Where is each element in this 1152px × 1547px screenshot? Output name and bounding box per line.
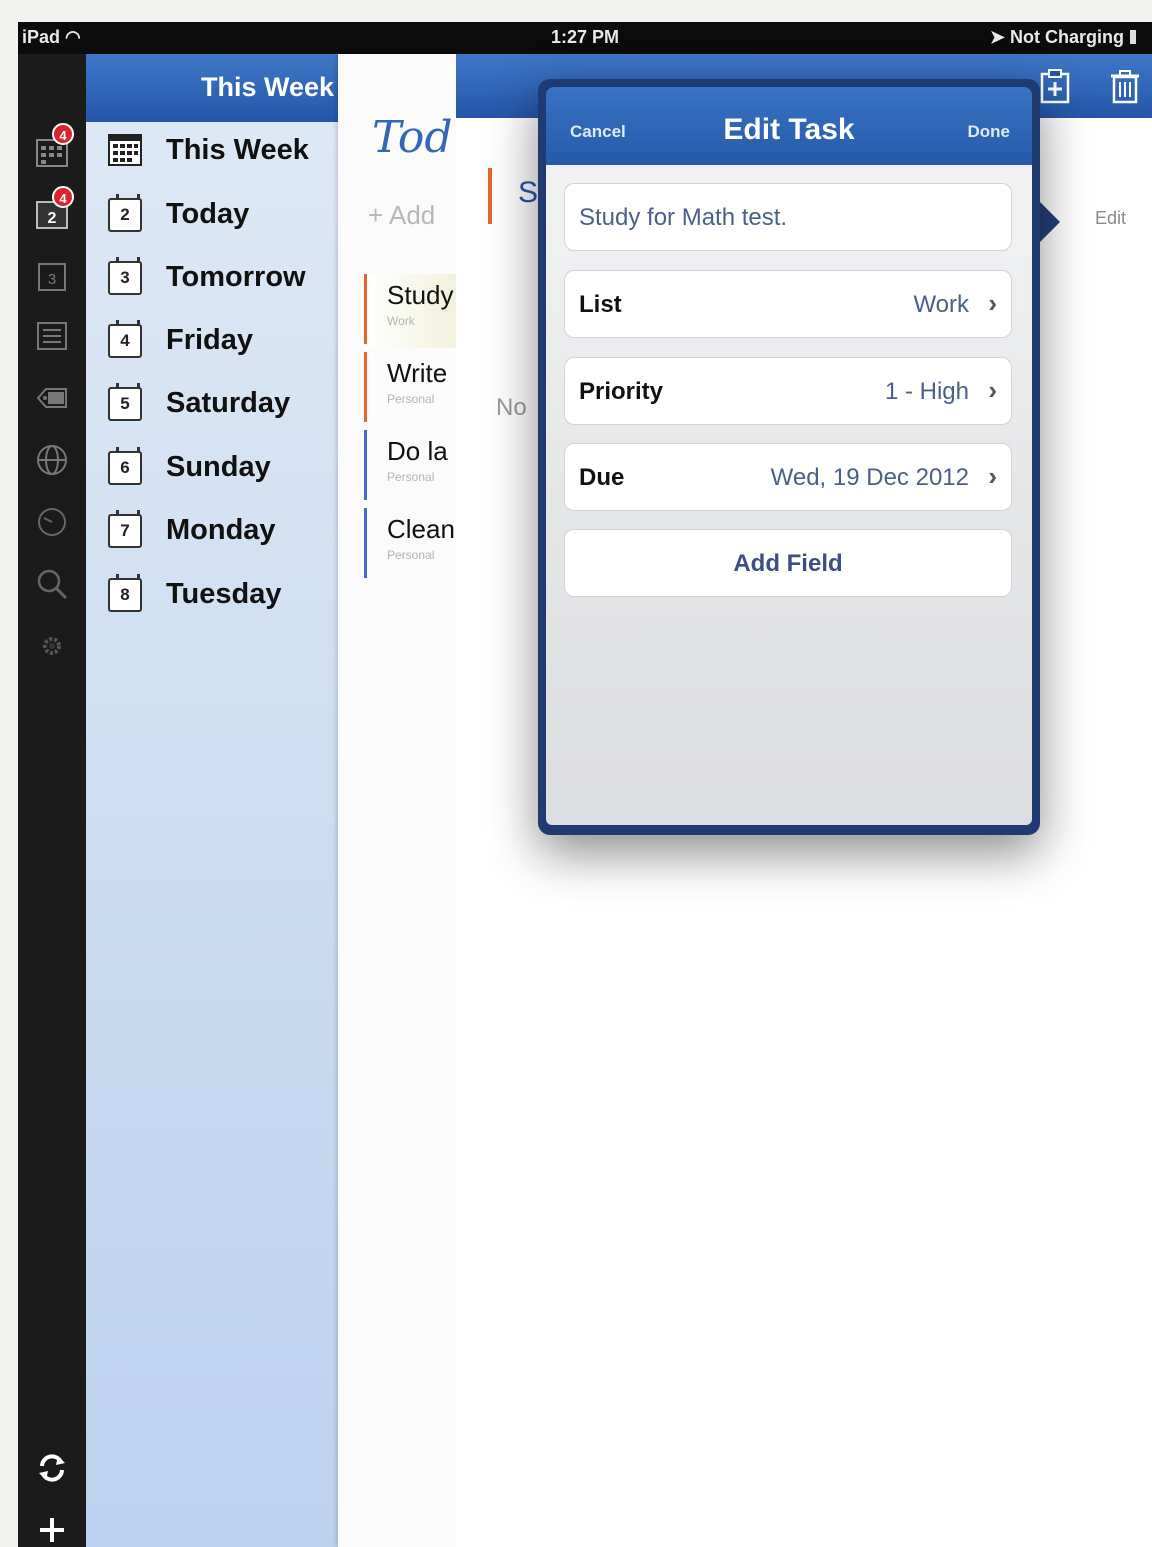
add-icon[interactable] bbox=[34, 1512, 70, 1547]
task-item[interactable]: Write Personal bbox=[364, 352, 456, 426]
sidebar-item-label: Sunday bbox=[166, 451, 271, 483]
task-title: Do la bbox=[387, 436, 448, 466]
sidebar-item-label: Friday bbox=[166, 324, 254, 356]
task-title: Write bbox=[387, 358, 448, 388]
clock-time: 1:27 PM bbox=[550, 27, 620, 47]
sidebar-item-friday[interactable]: 4 Friday bbox=[108, 314, 336, 364]
task-list-name: Work bbox=[387, 314, 415, 328]
task-title: Clean bbox=[387, 514, 455, 544]
sidebar-item-tomorrow[interactable]: 3 Tomorrow bbox=[108, 251, 336, 301]
sidebar-item-label: Tuesday bbox=[166, 578, 282, 610]
sidebar-item-saturday[interactable]: 5 Saturday bbox=[108, 377, 336, 427]
popover-arrow bbox=[1038, 200, 1060, 244]
task-item[interactable]: Study Work bbox=[364, 274, 456, 348]
clock-icon[interactable] bbox=[34, 504, 70, 540]
detail-priority-bar bbox=[488, 168, 492, 224]
calendar-grid-icon bbox=[108, 132, 142, 166]
sidebar-item-monday[interactable]: 7 Monday bbox=[108, 504, 336, 554]
field-key: List bbox=[579, 291, 622, 318]
field-value: Work bbox=[913, 291, 969, 318]
badge-today: 4 bbox=[52, 186, 74, 208]
task-item[interactable]: Do la Personal bbox=[364, 430, 456, 504]
field-priority[interactable]: Priority 1 - High › bbox=[564, 357, 1012, 425]
ipad-screen: iPad ◠ 1:27 PM ➤ Not Charging 4 2 4 3 Th… bbox=[18, 22, 1152, 1547]
lists-panel-header: This Week bbox=[86, 54, 338, 122]
detail-title: S bbox=[518, 176, 539, 209]
task-list-title: Tod bbox=[372, 112, 453, 163]
edit-button[interactable]: Edit bbox=[1095, 208, 1126, 229]
field-due[interactable]: Due Wed, 19 Dec 2012 › bbox=[564, 443, 1012, 511]
field-key: Due bbox=[579, 464, 625, 491]
status-bar: iPad ◠ 1:27 PM ➤ Not Charging bbox=[18, 22, 1152, 54]
done-button[interactable]: Done bbox=[968, 122, 1011, 142]
popover-title: Edit Task bbox=[723, 113, 855, 146]
icon-rail: 4 2 4 3 bbox=[18, 54, 86, 1547]
add-field-label: Add Field bbox=[733, 550, 843, 577]
task-list-name: Personal bbox=[387, 470, 435, 484]
battery-status: ➤ Not Charging bbox=[990, 27, 1136, 48]
sidebar-item-label: Tomorrow bbox=[166, 261, 306, 293]
sidebar-item-today[interactable]: 2 Today bbox=[108, 188, 336, 238]
task-name-value: Study for Math test. bbox=[579, 204, 788, 231]
field-value: Wed, 19 Dec 2012 bbox=[770, 464, 969, 491]
sidebar-item-label: Saturday bbox=[166, 387, 291, 419]
tag-icon[interactable] bbox=[34, 380, 70, 416]
priority-bar bbox=[364, 274, 367, 344]
calendar-day-icon: 6 bbox=[108, 447, 142, 485]
calendar-day-icon: 8 bbox=[108, 574, 142, 612]
trash-icon[interactable] bbox=[1108, 68, 1142, 104]
calendar-day-icon: 3 bbox=[108, 257, 142, 295]
task-list-column: Tod + Add Study Work Write Personal Do l… bbox=[338, 54, 456, 1547]
edit-task-popover: Cancel Edit Task Done Study for Math tes… bbox=[538, 79, 1040, 835]
svg-text:2: 2 bbox=[48, 210, 57, 227]
calendar-day-icon: 5 bbox=[108, 383, 142, 421]
popover-body: Study for Math test. List Work › Priorit… bbox=[546, 165, 1032, 825]
sidebar-item-label: Today bbox=[166, 198, 250, 230]
task-list-name: Personal bbox=[387, 392, 435, 406]
sidebar-item-label: Monday bbox=[166, 514, 276, 546]
sidebar-item-label: This Week bbox=[166, 134, 309, 166]
sidebar-item-sunday[interactable]: 6 Sunday bbox=[108, 441, 336, 491]
gear-icon[interactable] bbox=[34, 628, 70, 664]
badge-week: 4 bbox=[52, 123, 74, 145]
sidebar-item-tuesday[interactable]: 8 Tuesday bbox=[108, 568, 336, 618]
chevron-right-icon: › bbox=[988, 375, 997, 405]
task-list-name: Personal bbox=[387, 548, 435, 562]
battery-text: Not Charging bbox=[1010, 27, 1124, 47]
add-field-button[interactable]: Add Field bbox=[564, 529, 1012, 597]
popover-header: Cancel Edit Task Done bbox=[546, 87, 1032, 165]
list-icon[interactable] bbox=[34, 318, 70, 354]
location-arrow-icon: ➤ bbox=[989, 27, 1005, 47]
priority-bar bbox=[364, 508, 367, 578]
add-task-button[interactable]: + Add bbox=[368, 200, 435, 231]
sidebar-item-this-week[interactable]: This Week bbox=[108, 124, 336, 174]
field-list[interactable]: List Work › bbox=[564, 270, 1012, 338]
field-value: 1 - High bbox=[884, 378, 969, 405]
battery-icon bbox=[1130, 30, 1136, 44]
field-key: Priority bbox=[579, 378, 664, 405]
search-icon[interactable] bbox=[34, 566, 70, 602]
calendar-day-icon: 4 bbox=[108, 320, 142, 358]
globe-icon[interactable] bbox=[34, 442, 70, 478]
lists-panel: This Week This Week 2 Today 3 Tomorrow 4… bbox=[86, 54, 338, 1547]
priority-bar bbox=[364, 430, 367, 500]
task-title: Study bbox=[387, 280, 454, 310]
task-name-field[interactable]: Study for Math test. bbox=[564, 183, 1012, 251]
new-task-icon[interactable] bbox=[1038, 68, 1072, 104]
calendar-tomorrow-icon[interactable]: 3 bbox=[34, 258, 70, 294]
chevron-right-icon: › bbox=[988, 461, 997, 491]
chevron-right-icon: › bbox=[988, 288, 997, 318]
lists-panel-title: This Week bbox=[201, 72, 335, 102]
sync-icon[interactable] bbox=[34, 1450, 70, 1486]
task-item[interactable]: Clean Personal bbox=[364, 508, 456, 582]
priority-bar bbox=[364, 352, 367, 422]
notes-label: No bbox=[496, 394, 527, 421]
calendar-day-icon: 2 bbox=[108, 194, 142, 232]
svg-text:3: 3 bbox=[48, 271, 56, 288]
calendar-day-icon: 7 bbox=[108, 510, 142, 548]
